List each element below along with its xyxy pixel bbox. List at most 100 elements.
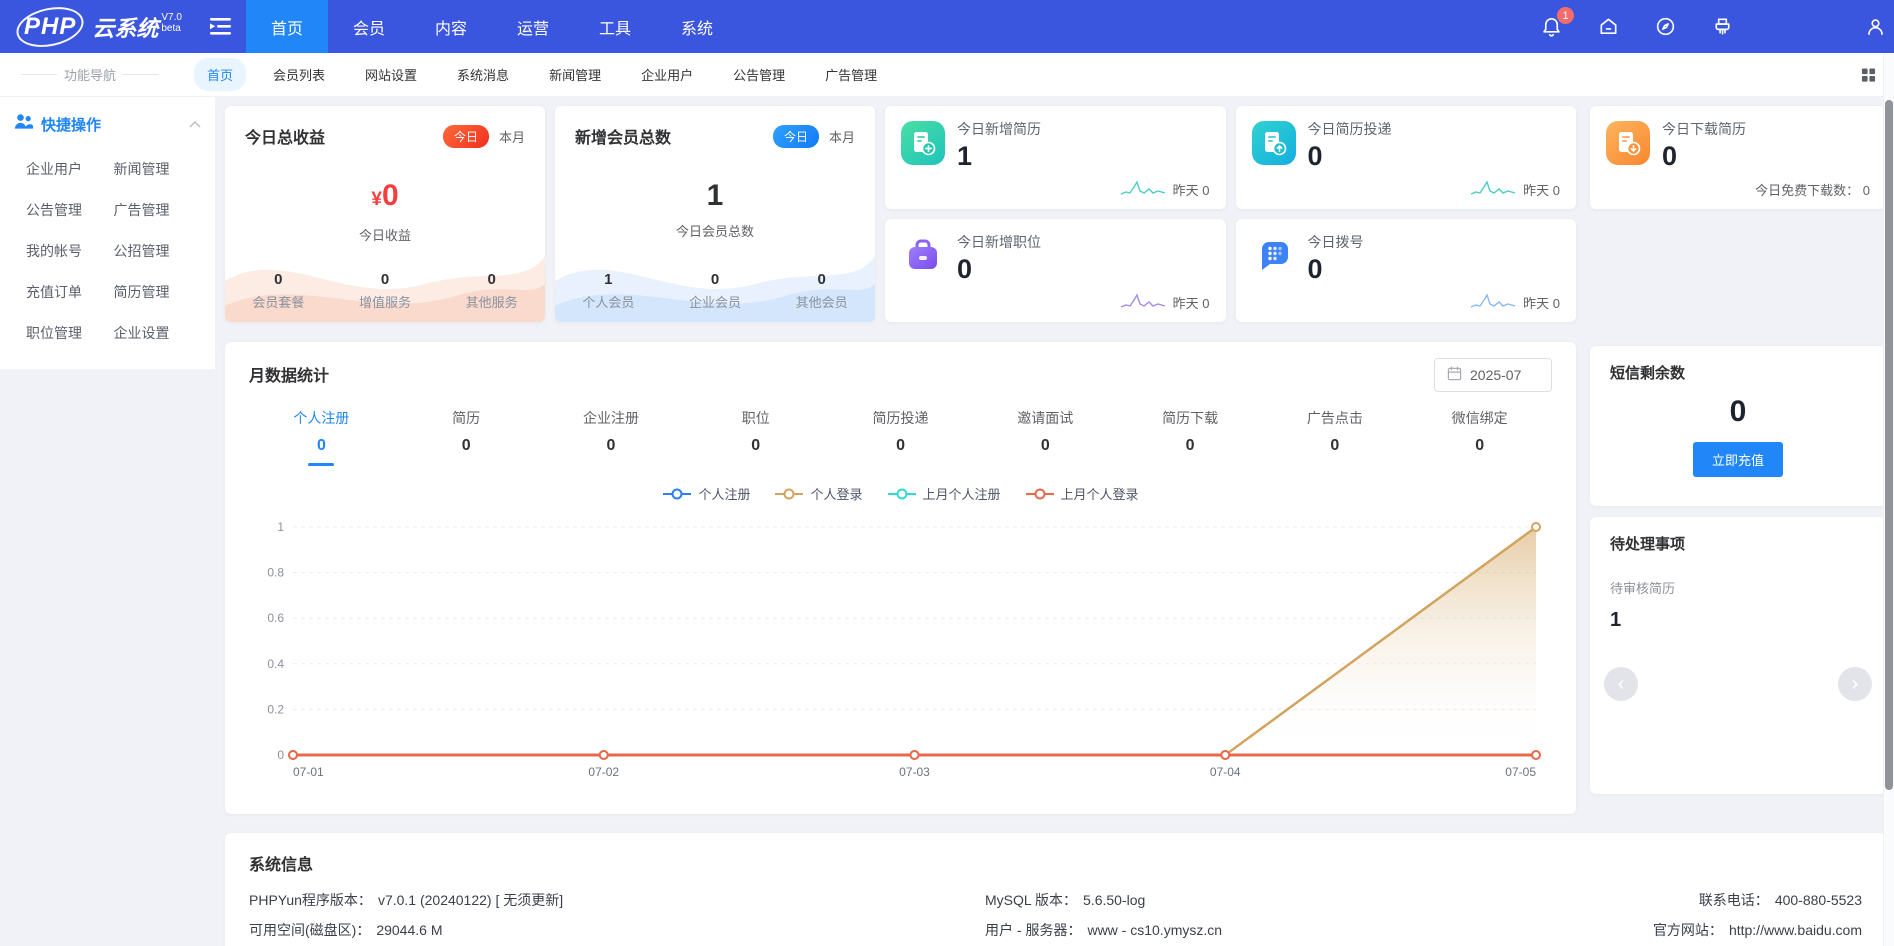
calendar-icon	[1447, 366, 1462, 384]
server-row: 用户 - 服务器：www - cs10.ymysz.cn	[985, 920, 1615, 940]
revenue-value-label: 今日收益	[245, 225, 525, 244]
navbar-icon-group: 1	[1540, 15, 1734, 38]
members-stat: 1个人会员	[555, 271, 662, 311]
nav-item-tools[interactable]: 工具	[574, 0, 656, 53]
stat-card-value: 0	[1308, 254, 1364, 284]
logo-php-text: PHP	[16, 11, 84, 43]
revenue-tab-month[interactable]: 本月	[499, 127, 525, 146]
sidebar-item-recruit-management[interactable]: 公招管理	[114, 241, 202, 261]
grid-layout-icon[interactable]	[1861, 67, 1876, 82]
new-members-card: 新增会员总数 今日 本月 1 今日会员总数 1个人会员 0企业会员	[555, 106, 875, 322]
monthly-stats-card: 月数据统计 2025-07 个人注册0 简历0 企业注册0 职位0 简历投递0	[225, 342, 1576, 814]
stat-card-title: 今日简历投递	[1308, 119, 1392, 139]
legend-item[interactable]: 个人登录	[774, 484, 862, 503]
stat-card-value: 0	[1308, 141, 1392, 171]
nav-item-system[interactable]: 系统	[656, 0, 738, 53]
line-chart: 00.20.40.60.8107-0107-0207-0307-0407-05	[249, 511, 1552, 785]
quick-actions-header[interactable]: 快捷操作	[14, 113, 201, 135]
home-icon[interactable]	[1597, 15, 1620, 38]
sidebar-item-ad-management[interactable]: 广告管理	[114, 200, 202, 220]
official-site-link[interactable]: http://www.baidu.com	[1729, 922, 1862, 938]
system-info-title: 系统信息	[249, 851, 1862, 875]
revenue-value: ¥0	[245, 180, 525, 216]
svg-text:0.6: 0.6	[267, 611, 284, 625]
members-value: 1	[575, 180, 855, 212]
recharge-now-button[interactable]: 立即充值	[1693, 442, 1783, 477]
sidebar-item-my-account[interactable]: 我的帐号	[26, 241, 114, 261]
month-picker[interactable]: 2025-07	[1434, 358, 1552, 392]
chevron-up-icon[interactable]	[189, 115, 201, 133]
sidebar-item-news-management[interactable]: 新闻管理	[114, 159, 202, 179]
notification-bell-icon[interactable]: 1	[1540, 15, 1563, 38]
resume-send-icon	[1252, 121, 1296, 165]
sidebar-item-job-management[interactable]: 职位管理	[26, 323, 114, 343]
official-site-row: 官方网站：http://www.baidu.com	[1653, 920, 1862, 940]
brush-icon[interactable]	[1711, 15, 1734, 38]
system-info-grid: PHPYun程序版本：v7.0.1 (20240122) [ 无须更新] MyS…	[249, 890, 1862, 940]
legend-item[interactable]: 个人注册	[662, 484, 750, 503]
open-tabs: 首页 会员列表 网站设置 系统消息 新闻管理 企业用户 公告管理 广告管理	[194, 58, 890, 91]
revenue-tab-today[interactable]: 今日	[443, 125, 489, 148]
stat-card-new-resumes: 今日新增简历 1 昨天 0	[885, 106, 1226, 209]
stat-card-footer: 今日免费下载数： 0	[1755, 180, 1870, 199]
mstat-resumes[interactable]: 简历0	[394, 408, 539, 466]
carousel-prev-button[interactable]: ‹	[1604, 667, 1638, 701]
stat-card-dials: 今日拨号 0 昨天 0	[1236, 219, 1577, 322]
mstat-wechat-binds[interactable]: 微信绑定0	[1407, 408, 1552, 466]
top-navbar: PHP 云系统 V7.0beta 首页 会员 内容 运营 工具 系统 1	[0, 0, 1894, 53]
tab-news-management[interactable]: 新闻管理	[536, 58, 614, 91]
menu-collapse-icon[interactable]	[210, 18, 232, 35]
stat-card-title: 今日下载简历	[1662, 119, 1746, 139]
mstat-company-register[interactable]: 企业注册0	[539, 408, 684, 466]
carousel-next-button[interactable]: ›	[1838, 667, 1872, 701]
sidebar-item-enterprise-settings[interactable]: 企业设置	[114, 323, 202, 343]
nav-item-home[interactable]: 首页	[246, 0, 328, 53]
members-tab-month[interactable]: 本月	[829, 127, 855, 146]
users-icon	[14, 113, 33, 135]
tab-home[interactable]: 首页	[194, 58, 246, 91]
tab-announcement-management[interactable]: 公告管理	[720, 58, 798, 91]
tab-system-messages[interactable]: 系统消息	[444, 58, 522, 91]
tab-ad-management[interactable]: 广告管理	[812, 58, 890, 91]
window-scrollbar-thumb[interactable]	[1885, 100, 1893, 790]
nav-item-members[interactable]: 会员	[328, 0, 410, 53]
mstat-interview-invites[interactable]: 邀请面试0	[973, 408, 1118, 466]
mstat-resume-deliveries[interactable]: 简历投递0	[828, 408, 973, 466]
compass-icon[interactable]	[1654, 15, 1677, 38]
stat-card-resume-downloads: 今日下载简历 0 今日免费下载数： 0	[1590, 106, 1886, 209]
revenue-stat: 0会员套餐	[225, 271, 332, 311]
sidebar-item-enterprise-users[interactable]: 企业用户	[26, 159, 114, 179]
mstat-personal-register[interactable]: 个人注册0	[249, 408, 394, 466]
sidebar-item-resume-management[interactable]: 简历管理	[114, 282, 202, 302]
svg-text:0.8: 0.8	[267, 566, 284, 580]
stat-card-value: 0	[957, 254, 1041, 284]
members-tab-today[interactable]: 今日	[773, 125, 819, 148]
tab-member-list[interactable]: 会员列表	[260, 58, 338, 91]
logo-version: V7.0beta	[161, 12, 182, 34]
sidebar-item-recharge-orders[interactable]: 充值订单	[26, 282, 114, 302]
tab-site-settings[interactable]: 网站设置	[352, 58, 430, 91]
revenue-stat: 0增值服务	[332, 271, 439, 311]
sidebar-item-announcement-management[interactable]: 公告管理	[26, 200, 114, 220]
mstat-ad-clicks[interactable]: 广告点击0	[1262, 408, 1407, 466]
mstat-resume-downloads[interactable]: 简历下载0	[1118, 408, 1263, 466]
notification-badge: 1	[1557, 7, 1574, 24]
php-version-row: PHPYun程序版本：v7.0.1 (20240122) [ 无须更新]	[249, 890, 985, 910]
legend-item[interactable]: 上月个人注册	[887, 484, 1001, 503]
tab-enterprise-users[interactable]: 企业用户	[628, 58, 706, 91]
app-logo[interactable]: PHP 云系统 V7.0beta	[16, 11, 182, 43]
quick-actions-title: 快捷操作	[41, 114, 181, 135]
system-info-card: 系统信息 PHPYun程序版本：v7.0.1 (20240122) [ 无须更新…	[225, 833, 1886, 946]
dial-icon	[1252, 234, 1296, 278]
members-card-title: 新增会员总数	[575, 124, 773, 148]
nav-item-operation[interactable]: 运营	[492, 0, 574, 53]
user-profile-icon[interactable]	[1864, 15, 1887, 38]
legend-item[interactable]: 上月个人登录	[1025, 484, 1139, 503]
sparkline	[1120, 179, 1166, 199]
mstat-jobs[interactable]: 职位0	[683, 408, 828, 466]
nav-item-content[interactable]: 内容	[410, 0, 492, 53]
resume-add-icon	[901, 121, 945, 165]
svg-text:07-04: 07-04	[1210, 765, 1241, 779]
stat-card-footer: 昨天 0	[1173, 180, 1210, 199]
stat-card-title: 今日新增简历	[957, 119, 1041, 139]
